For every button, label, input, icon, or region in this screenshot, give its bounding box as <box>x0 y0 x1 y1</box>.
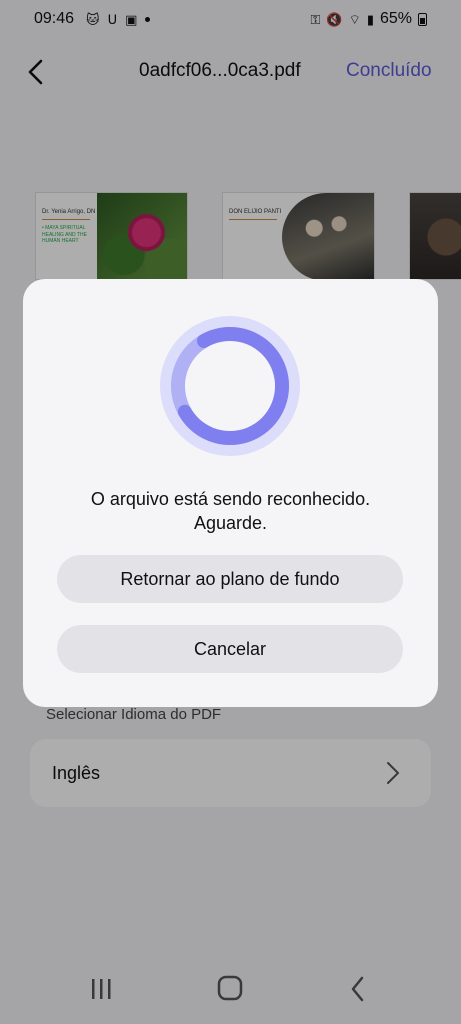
status-message-line1: O arquivo está sendo reconhecido. <box>90 489 371 509</box>
cancel-button[interactable]: Cancelar <box>57 625 403 673</box>
run-in-background-button[interactable]: Retornar ao plano de fundo <box>57 555 403 603</box>
loading-spinner-icon <box>160 316 300 456</box>
status-message: O arquivo está sendo reconhecido. Aguard… <box>23 487 438 535</box>
recognition-dialog: O arquivo está sendo reconhecido. Aguard… <box>23 279 438 707</box>
status-message-line2: Aguarde. <box>193 513 268 533</box>
